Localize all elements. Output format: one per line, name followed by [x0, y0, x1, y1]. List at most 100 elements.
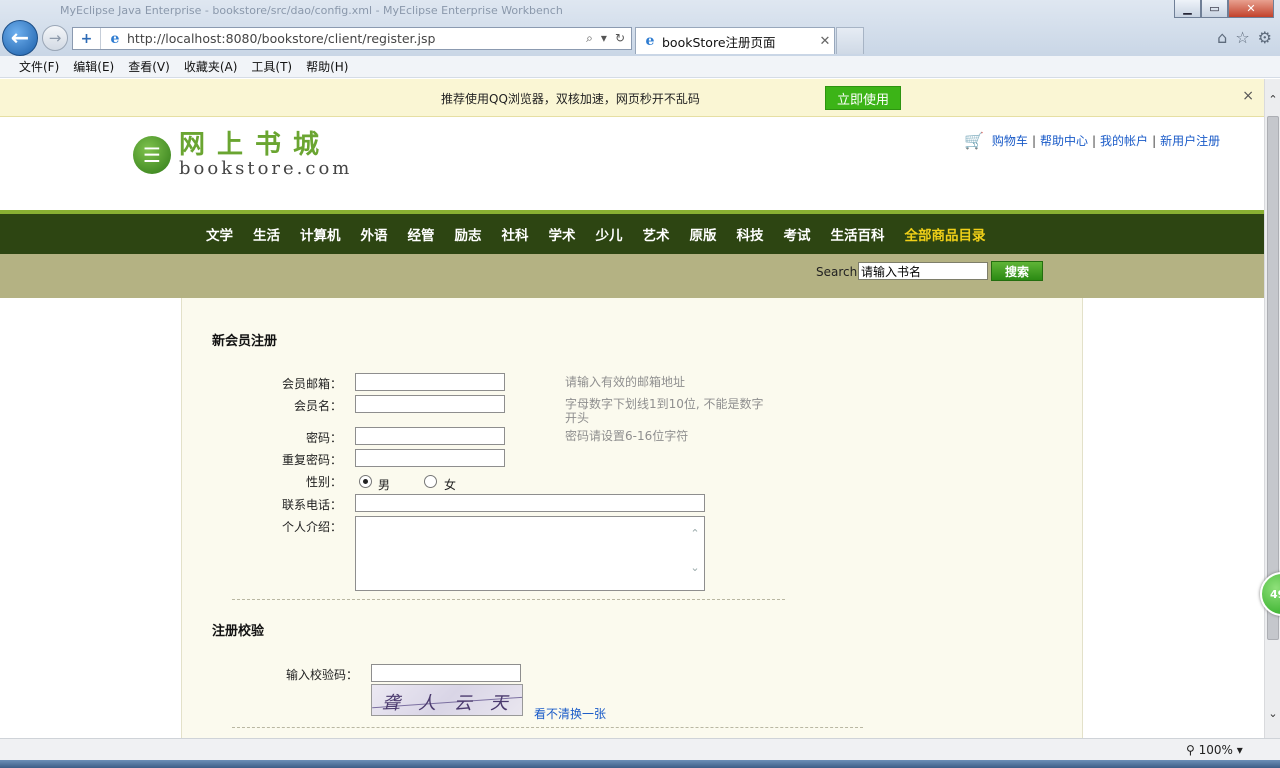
status-bar: ⚲ 100% ▾ — [0, 738, 1280, 760]
username-hint: 字母数字下划线1到10位, 不能是数字开头 — [565, 397, 764, 425]
search-bar: Search 搜索 — [0, 254, 1264, 298]
maximize-button[interactable]: ▭ — [1201, 0, 1228, 18]
search-icon[interactable]: ⌕ — [586, 31, 593, 46]
compat-view-icon[interactable]: + — [73, 28, 101, 49]
search-input[interactable] — [858, 262, 988, 280]
tab-close-icon[interactable]: ✕ — [816, 34, 834, 49]
back-button[interactable]: ← — [2, 20, 38, 56]
captcha-label: 输入校验码： — [285, 668, 358, 682]
address-bar[interactable]: + e http://localhost:8080/bookstore/clie… — [72, 27, 632, 50]
nav-item[interactable]: 学术 — [539, 224, 586, 244]
intro-textarea[interactable]: ⌃ ⌄ — [355, 516, 705, 591]
notice-text: 推荐使用QQ浏览器，双核加速，网页秒开不乱码 — [441, 92, 700, 106]
captcha-image[interactable]: 聋人云天 — [371, 684, 523, 716]
minimize-button[interactable]: ▁ — [1174, 0, 1201, 18]
new-tab-button[interactable] — [836, 27, 864, 54]
gender-label: 性别： — [305, 475, 342, 489]
gender-female-radio[interactable] — [424, 475, 437, 488]
address-tools: ⌕ ▾ ↻ — [586, 31, 625, 46]
intro-label: 个人介绍： — [281, 520, 342, 534]
menu-tools[interactable]: 工具(T) — [244, 58, 299, 75]
repassword-field[interactable] — [355, 449, 505, 467]
nav-item[interactable]: 社科 — [492, 224, 539, 244]
nav-item[interactable]: 考试 — [774, 224, 821, 244]
link-register[interactable]: 新用户注册 — [1160, 132, 1220, 149]
zoom-level[interactable]: ⚲ 100% ▾ — [1186, 743, 1243, 757]
nav-item[interactable]: 少儿 — [586, 224, 633, 244]
chevron-down-icon[interactable]: ▾ — [601, 31, 607, 46]
home-icon[interactable]: ⌂ — [1217, 28, 1227, 47]
scroll-thumb[interactable] — [1267, 116, 1279, 640]
gender-male-label: 男 — [378, 478, 391, 492]
password-field[interactable] — [355, 427, 505, 445]
menu-bar: 文件(F) 编辑(E) 查看(V) 收藏夹(A) 工具(T) 帮助(H) — [0, 56, 1280, 78]
link-cart[interactable]: 购物车 — [992, 132, 1028, 149]
link-account[interactable]: 我的帐户 — [1100, 132, 1148, 149]
phone-field[interactable] — [355, 494, 705, 512]
logo-en-text: bookstore.com — [179, 158, 353, 179]
captcha-input[interactable] — [371, 664, 521, 682]
scroll-up-icon[interactable]: ⌃ — [688, 527, 702, 540]
nav-item[interactable]: 科技 — [727, 224, 774, 244]
use-now-button[interactable]: 立即使用 — [825, 86, 901, 110]
menu-help[interactable]: 帮助(H) — [299, 58, 355, 75]
search-label: Search — [816, 265, 858, 279]
arrow-right-icon: → — [48, 29, 62, 47]
forward-button[interactable]: → — [42, 25, 68, 51]
menu-favorites[interactable]: 收藏夹(A) — [177, 58, 245, 75]
menu-view[interactable]: 查看(V) — [121, 58, 177, 75]
nav-item[interactable]: 经管 — [398, 224, 445, 244]
gender-row: 性别： 男 女 — [182, 471, 1084, 492]
tab-register[interactable]: e bookStore注册页面 ✕ — [635, 27, 835, 54]
star-icon[interactable]: ☆ — [1235, 28, 1249, 47]
scroll-down-icon[interactable]: ⌄ — [688, 561, 702, 574]
nav-item[interactable]: 生活 — [243, 224, 290, 244]
username-row: 会员名： 字母数字下划线1到10位, 不能是数字开头 — [182, 395, 1084, 425]
nav-item[interactable]: 外语 — [351, 224, 398, 244]
intro-row: 个人介绍： ⌃ ⌄ — [182, 516, 1084, 591]
phone-row: 联系电话： — [182, 494, 1084, 514]
menu-file[interactable]: 文件(F) — [12, 58, 66, 75]
captcha-row: 输入校验码： — [182, 664, 1084, 684]
nav-item[interactable]: 励志 — [445, 224, 492, 244]
email-hint: 请输入有效的邮箱地址 — [565, 375, 686, 389]
nav-all-categories[interactable]: 全部商品目录 — [895, 224, 996, 244]
top-links: 🛒 购物车 | 帮助中心 | 我的帐户 | 新用户注册 — [964, 131, 1221, 150]
email-label: 会员邮箱： — [281, 377, 342, 391]
search-button[interactable]: 搜索 — [991, 261, 1043, 281]
page-scrollbar[interactable]: ⌃ ⌄ — [1264, 79, 1280, 738]
address-url[interactable]: http://localhost:8080/bookstore/client/r… — [127, 31, 586, 46]
repassword-label: 重复密码： — [281, 453, 342, 467]
ie-tab-icon: e — [645, 33, 655, 49]
username-label: 会员名： — [293, 399, 342, 413]
scroll-up-icon[interactable]: ⌃ — [1265, 93, 1280, 109]
web-page: ☰ 网上书城 bookstore.com 🛒 购物车 | 帮助中心 | 我的帐户 | … — [0, 117, 1264, 738]
nav-item[interactable]: 文学 — [196, 224, 243, 244]
site-logo[interactable]: ☰ 网上书城 bookstore.com — [133, 131, 352, 179]
menu-edit[interactable]: 编辑(E) — [66, 58, 121, 75]
scroll-down-icon[interactable]: ⌄ — [1265, 707, 1280, 723]
close-window-button[interactable]: ✕ — [1228, 0, 1274, 18]
ie-page-icon: e — [110, 30, 120, 47]
nav-item[interactable]: 艺术 — [633, 224, 680, 244]
window-title: MyEclipse Java Enterprise - bookstore/sr… — [60, 4, 563, 17]
nav-item[interactable]: 计算机 — [290, 224, 351, 244]
link-help[interactable]: 帮助中心 — [1040, 132, 1088, 149]
nav-item[interactable]: 原版 — [680, 224, 727, 244]
refresh-captcha-link[interactable]: 看不清换一张 — [534, 705, 606, 722]
tab-title: bookStore注册页面 — [662, 34, 776, 50]
refresh-icon[interactable]: ↻ — [615, 31, 625, 46]
logo-book-icon: ☰ — [133, 136, 171, 174]
notice-close-icon[interactable]: × — [1242, 88, 1254, 104]
register-title: 新会员注册 — [212, 334, 278, 349]
zoom-icon: ⚲ — [1186, 743, 1199, 757]
nav-item[interactable]: 生活百科 — [821, 224, 895, 244]
email-field[interactable] — [355, 373, 505, 391]
divider — [232, 727, 863, 728]
gender-male-radio[interactable] — [359, 475, 372, 488]
taskbar — [0, 760, 1280, 768]
phone-label: 联系电话： — [281, 498, 342, 512]
username-field[interactable] — [355, 395, 505, 413]
gear-icon[interactable]: ⚙ — [1258, 28, 1272, 47]
arrow-left-icon: ← — [10, 25, 30, 51]
